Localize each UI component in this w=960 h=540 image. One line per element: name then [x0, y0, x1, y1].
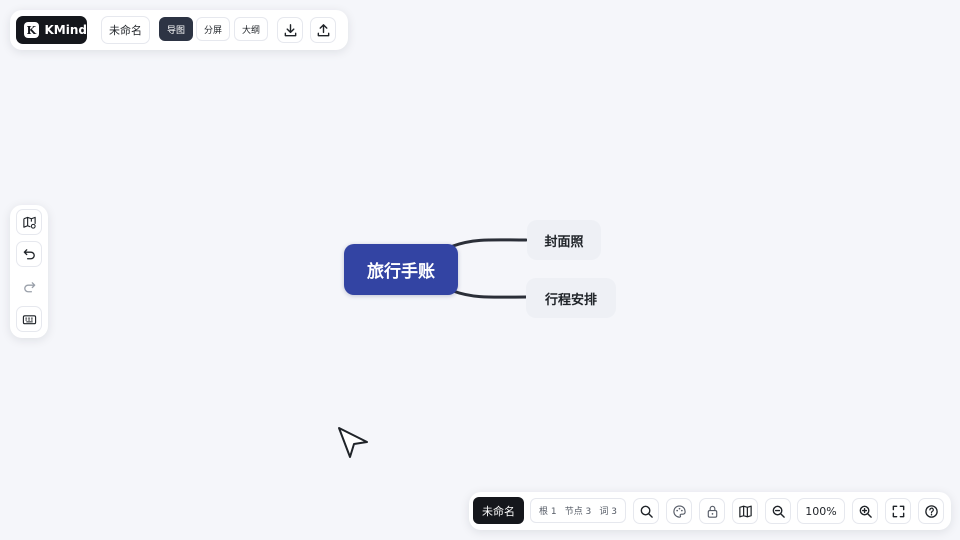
cursor-icon	[338, 427, 368, 458]
branch-lines	[451, 238, 528, 299]
root-node[interactable]: 旅行手账	[344, 244, 458, 295]
zoom-out-button[interactable]	[765, 498, 791, 524]
keyboard-icon	[22, 314, 36, 324]
map-settings-button[interactable]	[16, 209, 42, 235]
theme-button[interactable]	[666, 498, 692, 524]
export-button[interactable]	[310, 17, 336, 43]
help-button[interactable]	[918, 498, 944, 524]
help-icon	[924, 504, 938, 518]
left-toolbar	[10, 205, 48, 338]
search-icon	[640, 505, 653, 518]
mind-map-canvas[interactable]: 旅行手账 封面照 行程安排	[0, 0, 960, 540]
brand-name: KMind	[44, 23, 88, 37]
redo-icon	[23, 281, 35, 292]
child-node-cover-photo[interactable]: 封面照	[527, 220, 601, 260]
root-count: 根 1	[539, 507, 557, 517]
zoom-in-icon	[859, 505, 872, 518]
download-icon	[284, 23, 296, 36]
bottom-document-name[interactable]: 未命名	[473, 497, 524, 524]
map-settings-icon	[22, 216, 36, 229]
lock-icon	[707, 505, 717, 518]
top-toolbar: K KMind 未命名 导图 分屏 大纲	[10, 10, 348, 50]
zoom-in-button[interactable]	[852, 498, 878, 524]
document-name[interactable]: 未命名	[101, 16, 150, 44]
kmind-logo-icon: K	[24, 22, 39, 38]
book-button[interactable]	[732, 498, 758, 524]
redo-button[interactable]	[16, 274, 42, 300]
palette-icon	[672, 504, 686, 518]
mode-split-button[interactable]: 分屏	[196, 17, 230, 41]
document-stats: 根 1 节点 3 词 3	[530, 498, 626, 523]
zoom-level[interactable]: 100%	[797, 498, 845, 524]
mode-mindmap-button[interactable]: 导图	[159, 17, 193, 41]
undo-icon	[23, 248, 35, 259]
undo-button[interactable]	[16, 241, 42, 267]
download-button[interactable]	[277, 17, 303, 43]
word-count: 词 3	[599, 507, 617, 517]
upload-icon	[317, 23, 329, 36]
child-node-itinerary[interactable]: 行程安排	[526, 278, 616, 318]
mode-outline-button[interactable]: 大纲	[234, 17, 268, 41]
zoom-out-icon	[772, 505, 785, 518]
fullscreen-button[interactable]	[885, 498, 911, 524]
branch-line-cover-photo	[451, 238, 528, 248]
bottom-status-bar: 未命名 根 1 节点 3 词 3 100%	[469, 492, 951, 530]
book-icon	[738, 505, 752, 517]
brand-logo[interactable]: K KMind	[16, 16, 87, 44]
fullscreen-icon	[892, 505, 904, 517]
search-button[interactable]	[633, 498, 659, 524]
branch-line-itinerary	[451, 289, 528, 299]
lock-button[interactable]	[699, 498, 725, 524]
node-count: 节点 3	[564, 507, 592, 517]
keyboard-shortcuts-button[interactable]	[16, 306, 42, 332]
